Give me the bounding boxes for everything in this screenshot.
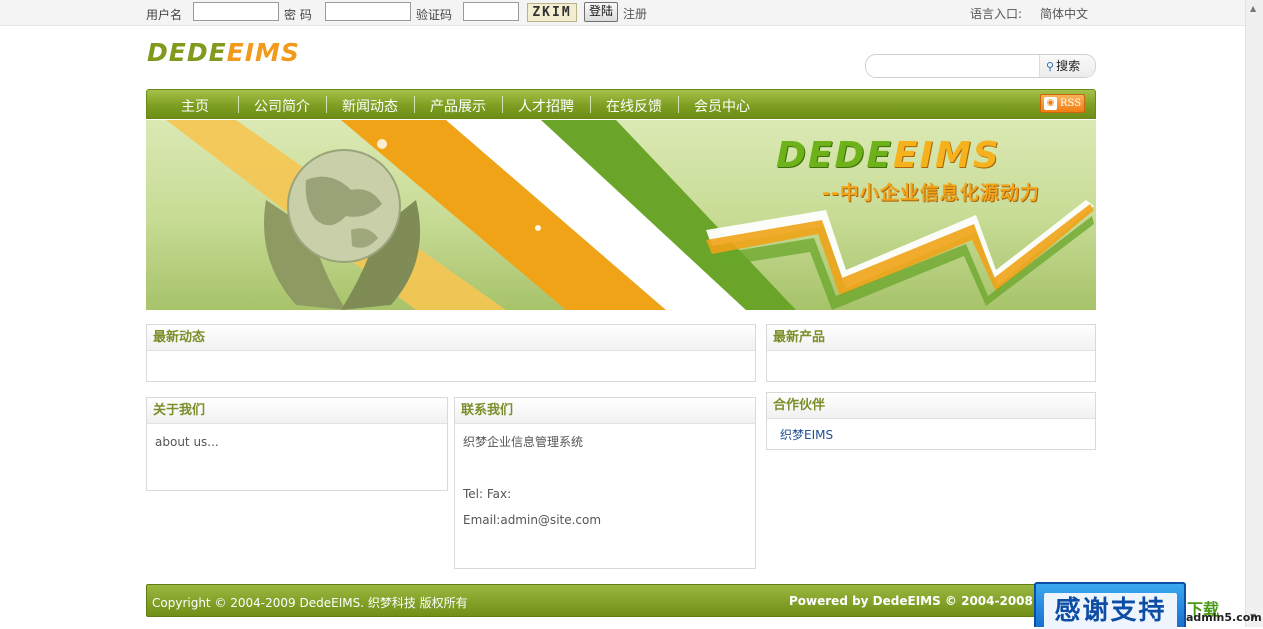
nav-item-members[interactable]: 会员中心 [694,96,750,116]
banner-logo-eims: EIMS [892,135,1001,176]
banner-logo-dede: DEDE [776,135,893,176]
rss-label: RSS [1060,98,1082,109]
logo-text-eims: EIMS [226,38,300,67]
logo-text-dede: DEDE [147,38,227,67]
nav-separator [502,96,503,113]
nav-separator [238,96,239,113]
banner-slogan: --中小企业信息化源动力 [822,182,1040,204]
register-link[interactable]: 注册 [623,5,647,22]
latest-news-title: 最新动态 [147,325,755,351]
nav-item-home[interactable]: 主页 [181,96,209,116]
thanks-badge[interactable]: 感谢支持 [1034,582,1186,629]
about-us-box: 关于我们 about us... [146,397,448,491]
footer-powered-by: Powered by DedeEIMS © 2004-2008 De [789,594,1056,608]
scroll-up-icon[interactable]: ▲ [1250,4,1256,13]
footer-copyright: Copyright © 2004-2009 DedeEIMS. 织梦科技 版权所… [152,596,468,610]
captcha-image[interactable]: ZKIM [527,3,577,22]
login-button[interactable]: 登陆 [584,2,618,22]
nav-separator [414,96,415,113]
nav-item-products[interactable]: 产品展示 [430,96,486,116]
search-button-label: 搜索 [1056,59,1081,73]
contact-company: 织梦企业信息管理系统 [463,435,584,449]
contact-us-box: 联系我们 织梦企业信息管理系统 Tel: Fax: Email:admin@si… [454,397,756,569]
nav-separator [678,96,679,113]
nav-item-feedback[interactable]: 在线反馈 [606,96,662,116]
banner-logo: DEDEEIMS [776,136,1001,176]
vertical-scrollbar[interactable]: ▲ ▼ [1245,0,1263,627]
username-input[interactable] [193,2,279,21]
username-label: 用户名 [146,8,183,22]
login-bar: 用户名 密 码 验证码 ZKIM 登陆 注册 语言入口: 简体中文 [0,0,1245,26]
about-us-text: about us... [155,435,219,449]
language-link[interactable]: 简体中文 [1040,5,1088,22]
main-nav: 主页 公司简介 新闻动态 产品展示 人才招聘 在线反馈 会员中心 [146,89,1096,119]
search-input[interactable] [874,58,1038,76]
watermark-url: admin5.com [1186,611,1262,624]
language-label: 语言入口: [970,7,1023,21]
site-logo[interactable]: DEDEEIMS [147,38,300,68]
latest-products-box: 最新产品 [766,324,1096,382]
nav-separator [590,96,591,113]
latest-news-box: 最新动态 [146,324,756,382]
latest-products-title: 最新产品 [767,325,1095,351]
contact-tel: Tel: Fax: [463,487,512,501]
nav-item-about[interactable]: 公司简介 [254,96,310,116]
nav-item-jobs[interactable]: 人才招聘 [518,96,574,116]
captcha-input[interactable] [463,2,519,21]
contact-email: Email:admin@site.com [463,513,602,527]
password-label: 密 码 [284,8,312,22]
contact-us-title: 联系我们 [455,398,755,424]
partner-link-dedeeims[interactable]: 织梦EIMS [780,428,833,442]
captcha-label: 验证码 [416,8,453,22]
password-input[interactable] [325,2,411,21]
partners-box: 合作伙伴 织梦EIMS [766,392,1096,450]
partners-title: 合作伙伴 [767,393,1095,419]
nav-separator [326,96,327,113]
hero-banner: DEDEEIMS --中小企业信息化源动力 [146,120,1096,310]
rss-button[interactable]: ◉ RSS [1040,94,1085,113]
search-button[interactable]: ⚲ 搜索 [1039,55,1095,77]
site-footer: Copyright © 2004-2009 DedeEIMS. 织梦科技 版权所… [146,584,1096,617]
search-icon: ⚲ [1046,60,1055,73]
about-us-title: 关于我们 [147,398,447,424]
nav-item-news[interactable]: 新闻动态 [342,96,398,116]
rss-icon: ◉ [1044,97,1057,110]
thanks-badge-text: 感谢支持 [1044,593,1177,629]
